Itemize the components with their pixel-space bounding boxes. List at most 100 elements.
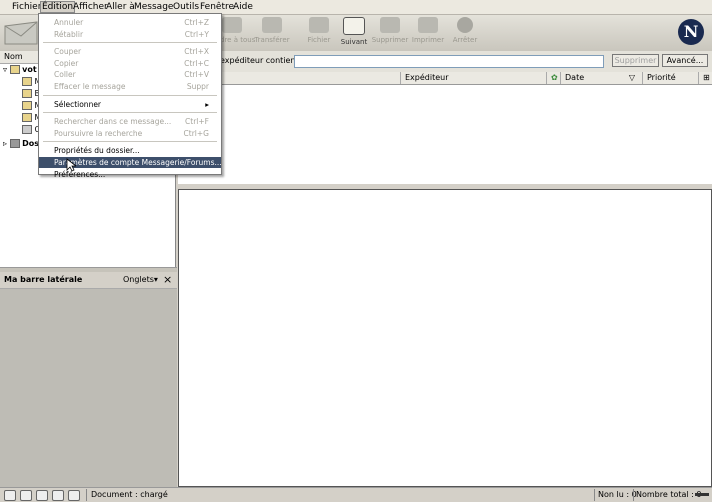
search-input[interactable] <box>294 55 604 68</box>
reply-all-icon <box>222 17 242 33</box>
clear-search-button[interactable]: Supprimer <box>612 54 659 67</box>
unread-count: Non lu : 0 <box>598 490 637 499</box>
menu-item[interactable]: Propriétés du dossier... <box>39 145 221 156</box>
navigator-icon[interactable] <box>4 490 16 501</box>
chat-icon[interactable] <box>52 490 64 501</box>
menu-aide[interactable]: Aide <box>233 2 253 12</box>
menu-item-shortcut: Ctrl+C <box>184 58 209 68</box>
forward-icon <box>262 17 282 33</box>
composer-icon[interactable] <box>36 490 48 501</box>
menu-item-label: Effacer le message <box>54 82 126 91</box>
menu-separator <box>43 42 217 44</box>
menu-separator <box>43 94 217 96</box>
menu-fenetre[interactable]: Fenêtre <box>200 2 234 12</box>
get-mail-icon[interactable] <box>3 18 39 48</box>
column-date[interactable]: Date ▽ <box>560 72 637 84</box>
menu-fichier[interactable]: Fichier <box>12 2 41 12</box>
sidebar-close-icon[interactable]: × <box>163 273 172 286</box>
trash-icon <box>22 125 32 134</box>
menu-message[interactable]: Message <box>134 2 173 12</box>
advanced-search-button[interactable]: Avancé... <box>662 54 708 67</box>
sidebar: Ma barre latérale Onglets▾ × <box>0 272 177 487</box>
menu-item-shortcut: Ctrl+F <box>185 117 209 127</box>
menu-item-label: Sélectionner <box>54 99 102 109</box>
file-icon <box>309 17 329 33</box>
menu-item-label: Copier <box>54 58 79 68</box>
column-priority[interactable]: Priorité <box>642 72 697 84</box>
menu-separator <box>43 141 217 143</box>
menu-item[interactable]: Effacer le message Suppr <box>39 81 221 92</box>
column-picker-icon[interactable]: ⊞ <box>698 72 711 84</box>
folder-icon <box>22 101 32 110</box>
folder-icon <box>22 89 32 98</box>
menu-item-shortcut: Ctrl+X <box>184 47 209 57</box>
tree-row[interactable]: ▿ vot <box>3 65 37 74</box>
menu-item[interactable]: Copier Ctrl+C <box>39 58 221 69</box>
menu-edition[interactable]: Édition <box>40 1 76 13</box>
search-bar: expéditeur contient : Supprimer Avancé..… <box>178 51 712 72</box>
status-separator <box>86 489 87 501</box>
menu-item-shortcut: ▸ <box>205 99 209 109</box>
column-read-icon[interactable]: ✿ <box>546 72 559 84</box>
menu-item-label: Préférences... <box>54 169 106 179</box>
print-icon <box>418 17 438 33</box>
menu-item[interactable]: Rétablir Ctrl+Y <box>39 29 221 40</box>
menu-outils[interactable]: Outils <box>173 2 199 12</box>
sort-icon: ▽ <box>628 73 635 82</box>
mouse-cursor-icon <box>66 158 76 172</box>
menu-item-label: Couper <box>54 47 82 57</box>
menu-item-label: Annuler <box>54 18 84 27</box>
menu-item-shortcut: Ctrl+G <box>183 128 209 138</box>
online-status-icon[interactable] <box>695 493 709 496</box>
menu-afficher[interactable]: Afficher <box>73 2 108 12</box>
menu-item-label: Paramètres de compte Messagerie/Forums..… <box>54 158 222 167</box>
local-folders-icon <box>9 139 20 148</box>
total-count: Nombre total : 0 <box>636 490 702 499</box>
status-separator <box>633 489 634 501</box>
folder-header-label: Nom <box>4 52 23 61</box>
stop-label: Arrêter <box>452 36 478 44</box>
menu-aller[interactable]: Aller à <box>106 2 135 12</box>
sidebar-header: Ma barre latérale Onglets▾ × <box>0 272 177 289</box>
status-separator <box>594 489 595 501</box>
menu-item-label: Rétablir <box>54 29 84 39</box>
address-book-icon[interactable] <box>68 490 80 501</box>
netscape-logo[interactable]: N <box>678 19 704 45</box>
menu-item-shortcut: Suppr <box>186 82 209 91</box>
menu-item[interactable]: Rechercher dans ce message... Ctrl+F <box>39 116 221 127</box>
menu-item[interactable]: Poursuivre la recherche Ctrl+G <box>39 128 221 139</box>
menu-item-label: Coller <box>54 70 76 80</box>
menu-item[interactable]: Coller Ctrl+V <box>39 69 221 80</box>
menu-item-shortcut: Ctrl+V <box>184 70 209 80</box>
sidebar-tabs-button[interactable]: Onglets▾ <box>123 275 158 284</box>
folder-icon <box>22 77 32 86</box>
message-pane[interactable] <box>178 189 712 487</box>
column-sender[interactable]: Expéditeur <box>400 72 545 84</box>
menu-item[interactable]: Couper Ctrl+X <box>39 46 221 57</box>
menu-item-shortcut: Ctrl+Y <box>184 29 209 39</box>
thread-pane[interactable] <box>178 85 712 184</box>
mail-icon[interactable] <box>20 490 32 501</box>
menu-item[interactable]: Sélectionner ▸ <box>39 99 221 110</box>
menu-item-label: Rechercher dans ce message... <box>54 117 172 127</box>
forward-button[interactable]: Transférer <box>250 17 294 49</box>
account-icon <box>9 65 20 74</box>
edition-menu-dropdown: Annuler Ctrl+Z Rétablir Ctrl+Y Couper Ctrl+X C… <box>38 13 222 179</box>
menu-separator <box>43 112 217 114</box>
stop-icon <box>457 17 473 33</box>
forward-label: Transférer <box>254 36 290 44</box>
next-icon <box>343 17 365 35</box>
folder-icon <box>22 113 32 122</box>
menu-item-label: Poursuivre la recherche <box>54 128 143 138</box>
status-bar: Document : chargé Non lu : 0 Nombre tota… <box>0 487 712 502</box>
menu-item-label: Propriétés du dossier... <box>54 146 140 156</box>
menu-item-shortcut: Ctrl+Z <box>184 18 209 27</box>
tree-row[interactable]: ▹ Dos <box>3 139 39 148</box>
menu-item[interactable]: Annuler Ctrl+Z <box>39 17 221 28</box>
sidebar-title: Ma barre latérale <box>4 275 83 284</box>
thread-column-headers: Expéditeur ✿ Date ▽ Priorité ⊞ <box>178 72 712 85</box>
stop-button[interactable]: Arrêter <box>443 17 487 49</box>
search-label: expéditeur contient : <box>220 56 304 65</box>
status-text: Document : chargé <box>91 490 168 499</box>
delete-icon <box>380 17 400 33</box>
